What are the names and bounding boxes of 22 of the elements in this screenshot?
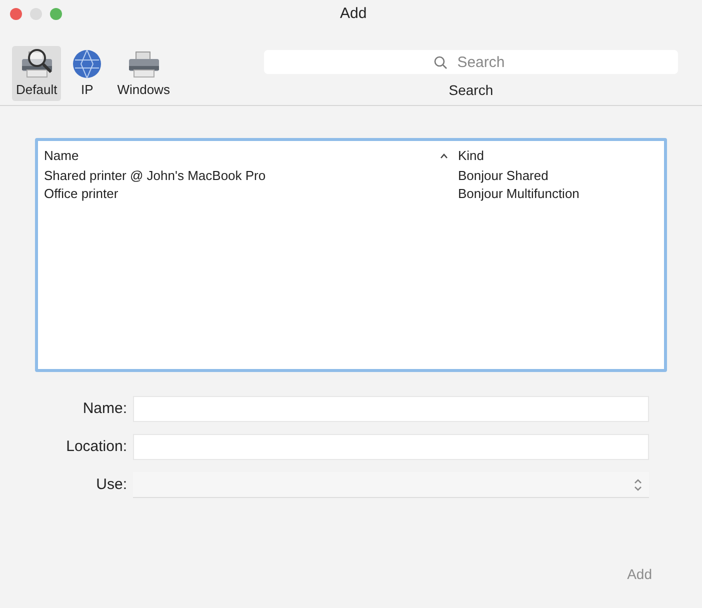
toolbar-tab[interactable]: Windows	[113, 46, 174, 101]
column-header[interactable]: Kind	[458, 146, 484, 166]
text-field[interactable]	[133, 434, 649, 460]
search-icon	[434, 56, 447, 69]
search-label: Search	[448, 81, 494, 100]
window-title: Add	[340, 4, 367, 24]
table-cell-text: Bonjour Multifunction	[458, 185, 580, 204]
table-cell-text: Bonjour Shared	[458, 167, 548, 186]
field-label: Name:	[82, 398, 128, 419]
updown-chevron-icon	[633, 478, 643, 492]
field-label: Location:	[65, 436, 128, 457]
search-field[interactable]: Search	[264, 50, 678, 74]
zoom-button[interactable]	[50, 8, 62, 20]
close-button[interactable]	[10, 8, 22, 20]
globe-icon	[71, 48, 104, 80]
column-header[interactable]: Name	[44, 146, 79, 166]
toolbar-tab[interactable]: Default	[12, 46, 62, 101]
text-field[interactable]	[133, 396, 649, 422]
table-cell-text: Shared printer @ John's MacBook Pro	[44, 167, 266, 186]
field-label: Use:	[95, 474, 128, 495]
table-cell-text: Office printer	[44, 185, 118, 204]
toolbar-tab[interactable]: IP	[67, 46, 108, 101]
